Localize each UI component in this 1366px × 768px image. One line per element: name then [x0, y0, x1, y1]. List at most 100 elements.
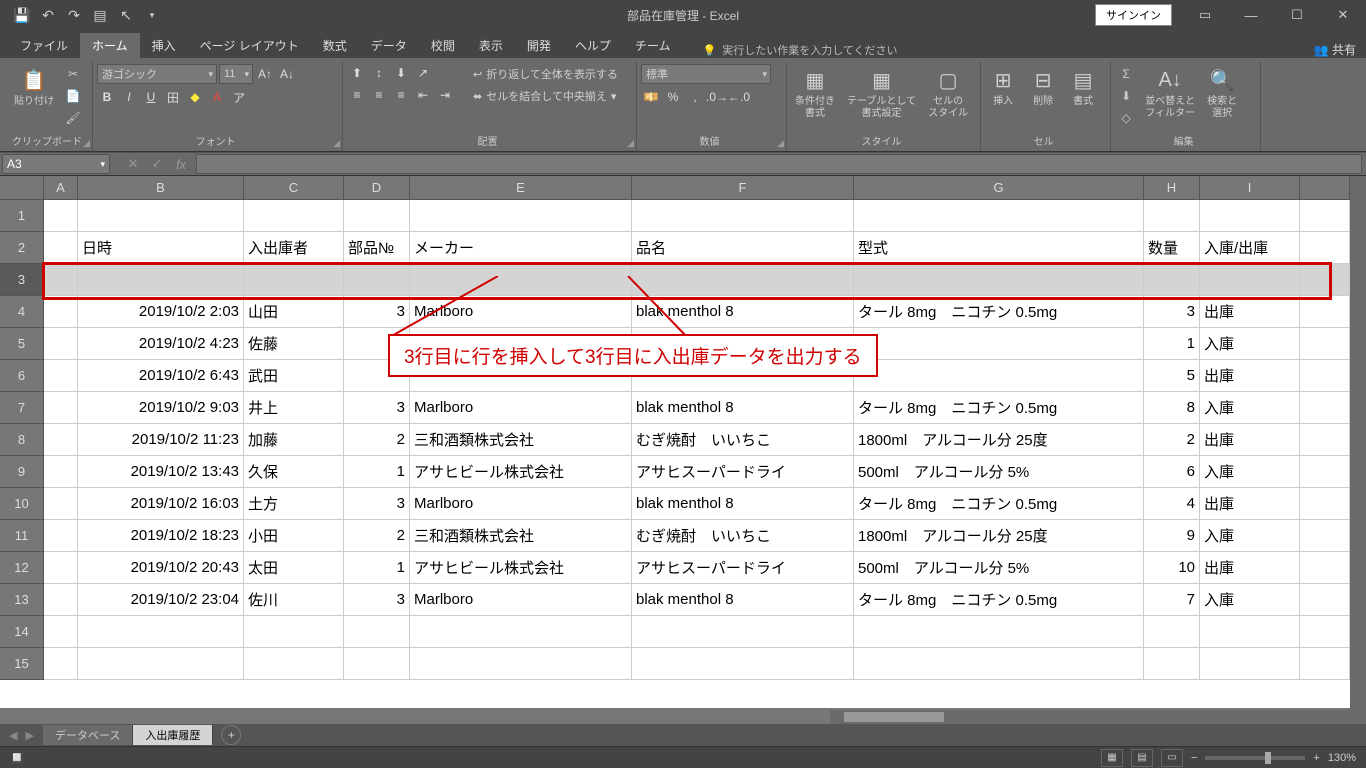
cell[interactable]	[1144, 264, 1200, 296]
cell[interactable]	[854, 360, 1144, 392]
cell[interactable]	[44, 648, 78, 680]
tab-home[interactable]: ホーム	[80, 33, 140, 58]
row-header[interactable]: 15	[0, 648, 44, 680]
col-header[interactable]: C	[244, 176, 344, 200]
col-header[interactable]: E	[410, 176, 632, 200]
delete-cells-button[interactable]: ⊟削除	[1025, 64, 1061, 110]
cell[interactable]	[1200, 648, 1300, 680]
cell[interactable]: 土方	[244, 488, 344, 520]
cell[interactable]	[410, 200, 632, 232]
cell[interactable]: 型式	[854, 232, 1144, 264]
underline-button[interactable]: U	[141, 88, 161, 106]
inc-decimal-icon[interactable]: .0→	[707, 88, 727, 106]
cell[interactable]: 1	[344, 552, 410, 584]
cell[interactable]	[1300, 616, 1350, 648]
cell[interactable]	[244, 648, 344, 680]
dialog-launcher-icon[interactable]: ◢	[627, 138, 634, 149]
cell[interactable]: 入庫	[1200, 328, 1300, 360]
select-all-corner[interactable]	[0, 176, 44, 200]
cell[interactable]	[78, 264, 244, 296]
cell[interactable]: 1	[1144, 328, 1200, 360]
cancel-formula-icon[interactable]: ✕	[122, 154, 144, 174]
align-right-icon[interactable]: ≡	[391, 86, 411, 104]
wrap-text-button[interactable]: ↩折り返して全体を表示する	[467, 64, 624, 84]
cell[interactable]: 入庫	[1200, 584, 1300, 616]
cell[interactable]: 2	[344, 424, 410, 456]
cell[interactable]	[344, 200, 410, 232]
cell[interactable]: メーカー	[410, 232, 632, 264]
cell[interactable]: 入庫/出庫	[1200, 232, 1300, 264]
tab-formula[interactable]: 数式	[311, 33, 359, 58]
col-header[interactable]: I	[1200, 176, 1300, 200]
align-top-icon[interactable]: ⬆	[347, 64, 367, 82]
row-header[interactable]: 2	[0, 232, 44, 264]
dialog-launcher-icon[interactable]: ◢	[83, 138, 90, 149]
format-painter-icon[interactable]: 🖌	[62, 108, 84, 128]
cell[interactable]: 2019/10/2 16:03	[78, 488, 244, 520]
cell[interactable]	[1300, 360, 1350, 392]
cell[interactable]	[1300, 200, 1350, 232]
sheet-nav-first-icon[interactable]: ◀	[6, 729, 20, 742]
row-header[interactable]: 8	[0, 424, 44, 456]
cell[interactable]: 日時	[78, 232, 244, 264]
cell[interactable]: 6	[1144, 456, 1200, 488]
cell[interactable]: 2019/10/2 13:43	[78, 456, 244, 488]
orientation-icon[interactable]: ↗	[413, 64, 433, 82]
comma-icon[interactable]: ,	[685, 88, 705, 106]
cell[interactable]: 2	[344, 520, 410, 552]
cell[interactable]	[410, 616, 632, 648]
row-header[interactable]: 4	[0, 296, 44, 328]
cell[interactable]: 入出庫者	[244, 232, 344, 264]
name-box[interactable]: A3	[2, 154, 110, 174]
cell[interactable]	[1200, 200, 1300, 232]
cell[interactable]: 4	[1144, 488, 1200, 520]
cell[interactable]: 太田	[244, 552, 344, 584]
font-color-button[interactable]: A	[207, 88, 227, 106]
cell[interactable]: 2019/10/2 9:03	[78, 392, 244, 424]
cell[interactable]: blak menthol 8	[632, 584, 854, 616]
cell[interactable]	[78, 616, 244, 648]
cell[interactable]	[854, 200, 1144, 232]
cell[interactable]: 品名	[632, 232, 854, 264]
dialog-launcher-icon[interactable]: ◢	[777, 138, 784, 149]
copy-icon[interactable]: 📄	[62, 86, 84, 106]
cell[interactable]: 三和酒類株式会社	[410, 520, 632, 552]
cell[interactable]	[410, 264, 632, 296]
decrease-font-icon[interactable]: A↓	[277, 65, 297, 83]
vertical-scrollbar[interactable]	[1350, 176, 1366, 724]
close-icon[interactable]: ✕	[1320, 0, 1366, 30]
cell[interactable]: 入庫	[1200, 392, 1300, 424]
cell[interactable]: Marlboro	[410, 296, 632, 328]
signin-button[interactable]: サインイン	[1095, 4, 1172, 26]
cell[interactable]: 3	[344, 488, 410, 520]
cell[interactable]	[44, 552, 78, 584]
cell[interactable]: 3	[344, 584, 410, 616]
cell[interactable]: 8	[1144, 392, 1200, 424]
view-layout-icon[interactable]: ▤	[1131, 749, 1153, 767]
increase-font-icon[interactable]: A↑	[255, 65, 275, 83]
cell[interactable]	[1300, 520, 1350, 552]
indent-dec-icon[interactable]: ⇤	[413, 86, 433, 104]
zoom-level[interactable]: 130%	[1328, 752, 1356, 764]
zoom-in-icon[interactable]: +	[1313, 752, 1319, 764]
cell[interactable]	[44, 392, 78, 424]
cell[interactable]: 2019/10/2 11:23	[78, 424, 244, 456]
cell[interactable]	[632, 264, 854, 296]
cell[interactable]: blak menthol 8	[632, 488, 854, 520]
indent-inc-icon[interactable]: ⇥	[435, 86, 455, 104]
fill-icon[interactable]: ⬇	[1115, 86, 1137, 106]
cell[interactable]: 出庫	[1200, 488, 1300, 520]
cell[interactable]	[1200, 264, 1300, 296]
col-header[interactable]: G	[854, 176, 1144, 200]
font-size-combo[interactable]: 11	[219, 64, 253, 84]
cell[interactable]: アサヒビール株式会社	[410, 552, 632, 584]
cell[interactable]	[1300, 488, 1350, 520]
cell[interactable]: 1800ml アルコール分 25度	[854, 520, 1144, 552]
cell[interactable]	[854, 328, 1144, 360]
horizontal-scrollbar[interactable]	[830, 710, 1350, 724]
tab-dev[interactable]: 開発	[515, 33, 563, 58]
merge-center-button[interactable]: ⬌セルを結合して中央揃え ▾	[467, 86, 624, 106]
cell[interactable]: 2019/10/2 20:43	[78, 552, 244, 584]
format-table-button[interactable]: ▦テーブルとして 書式設定	[843, 64, 920, 122]
cell[interactable]: 5	[1144, 360, 1200, 392]
